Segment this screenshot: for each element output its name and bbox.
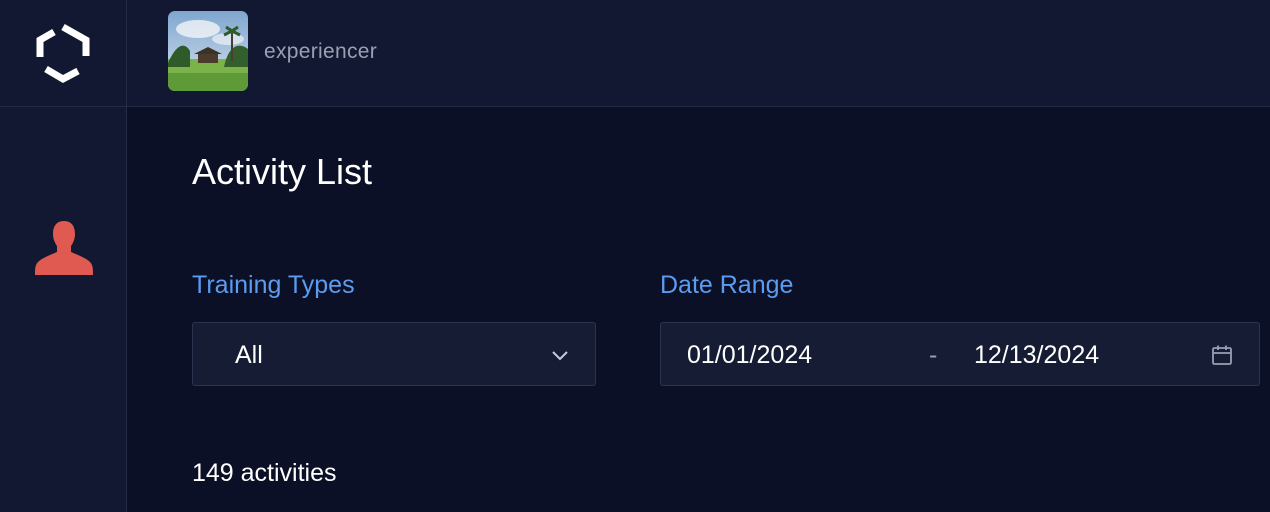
date-range-separator: - (929, 341, 938, 369)
date-range-label: Date Range (660, 271, 794, 299)
chevron-down-icon (552, 351, 568, 361)
date-range-end-input[interactable] (974, 341, 1154, 369)
sidebar-item-profile[interactable] (0, 216, 127, 280)
sidebar (0, 0, 127, 512)
hexagon-logo-icon[interactable] (34, 21, 92, 85)
avatar-landscape-image (168, 11, 248, 91)
avatar[interactable] (168, 11, 248, 91)
calendar-icon[interactable] (1211, 344, 1233, 366)
training-types-label: Training Types (192, 271, 355, 299)
page-title: Activity List (192, 151, 373, 192)
date-range-start-input[interactable] (687, 341, 867, 369)
activity-count: 149 activities (192, 459, 337, 487)
training-types-select[interactable]: All (192, 322, 596, 386)
training-types-value: All (235, 341, 263, 369)
app-window: experiencer Activity List Training Types… (0, 0, 1270, 512)
sidebar-logo-cell (0, 0, 126, 107)
user-profile-icon (34, 221, 93, 275)
date-range-picker[interactable]: - (660, 322, 1260, 386)
top-bar: experiencer (127, 0, 1270, 107)
username-label: experiencer (264, 40, 378, 63)
